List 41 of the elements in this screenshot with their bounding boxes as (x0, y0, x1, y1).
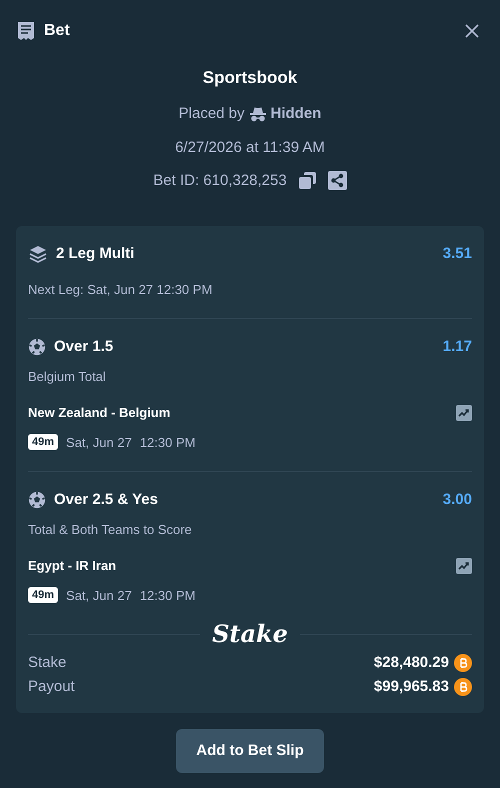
countdown-badge: 49m (28, 434, 58, 450)
leg-odds: 1.17 (442, 337, 472, 357)
bet-id: Bet ID: 610,328,253 (153, 170, 287, 190)
section-title: Sportsbook (202, 67, 298, 89)
brand-logo: Stake (212, 619, 288, 649)
countdown-badge: 49m (28, 587, 58, 604)
selection-name: Over 1.5 (54, 337, 114, 357)
event-date: Sat, Jun 27 (66, 434, 132, 452)
incognito-icon (248, 106, 267, 122)
trend-chart-icon[interactable] (456, 558, 472, 574)
dialog-title: Bet (44, 21, 70, 41)
amount-label: Stake (28, 652, 66, 673)
leg-odds: 3.00 (442, 490, 472, 510)
add-to-bet-slip-button[interactable]: Add to Bet Slip (176, 729, 324, 773)
bitcoin-icon (454, 654, 472, 672)
amount-value: $99,965.83 (374, 676, 449, 697)
placed-by-label: Placed by (178, 104, 245, 124)
event-time: 12:30 PM (140, 586, 196, 604)
share-icon[interactable] (328, 171, 347, 190)
soccer-ball-icon (28, 338, 46, 356)
next-leg-time: Next Leg: Sat, Jun 27 12:30 PM (28, 280, 214, 299)
amount-value: $28,480.29 (374, 652, 449, 673)
receipt-icon (16, 21, 36, 41)
event-name: New Zealand - Belgium (28, 404, 170, 422)
copy-icon[interactable] (298, 172, 316, 190)
layers-icon (28, 244, 48, 264)
selection-name: Over 2.5 & Yes (54, 490, 158, 510)
soccer-ball-icon (28, 491, 46, 510)
multi-title: 2 Leg Multi (56, 244, 134, 264)
market-name: Total & Both Teams to Score (28, 520, 193, 538)
bitcoin-icon (454, 678, 472, 696)
user-name: Hidden (270, 104, 322, 124)
event-date: Sat, Jun 27 (66, 586, 132, 604)
total-odds: 3.51 (442, 244, 472, 264)
close-icon (465, 24, 479, 38)
market-name: Belgium Total (28, 368, 107, 386)
amount-label: Payout (28, 676, 75, 697)
trend-chart-icon[interactable] (456, 404, 472, 421)
event-name: Egypt - IR Iran (28, 557, 116, 575)
bet-date: 6/27/2026 at 11:39 AM (175, 138, 325, 158)
event-time: 12:30 PM (140, 434, 196, 452)
